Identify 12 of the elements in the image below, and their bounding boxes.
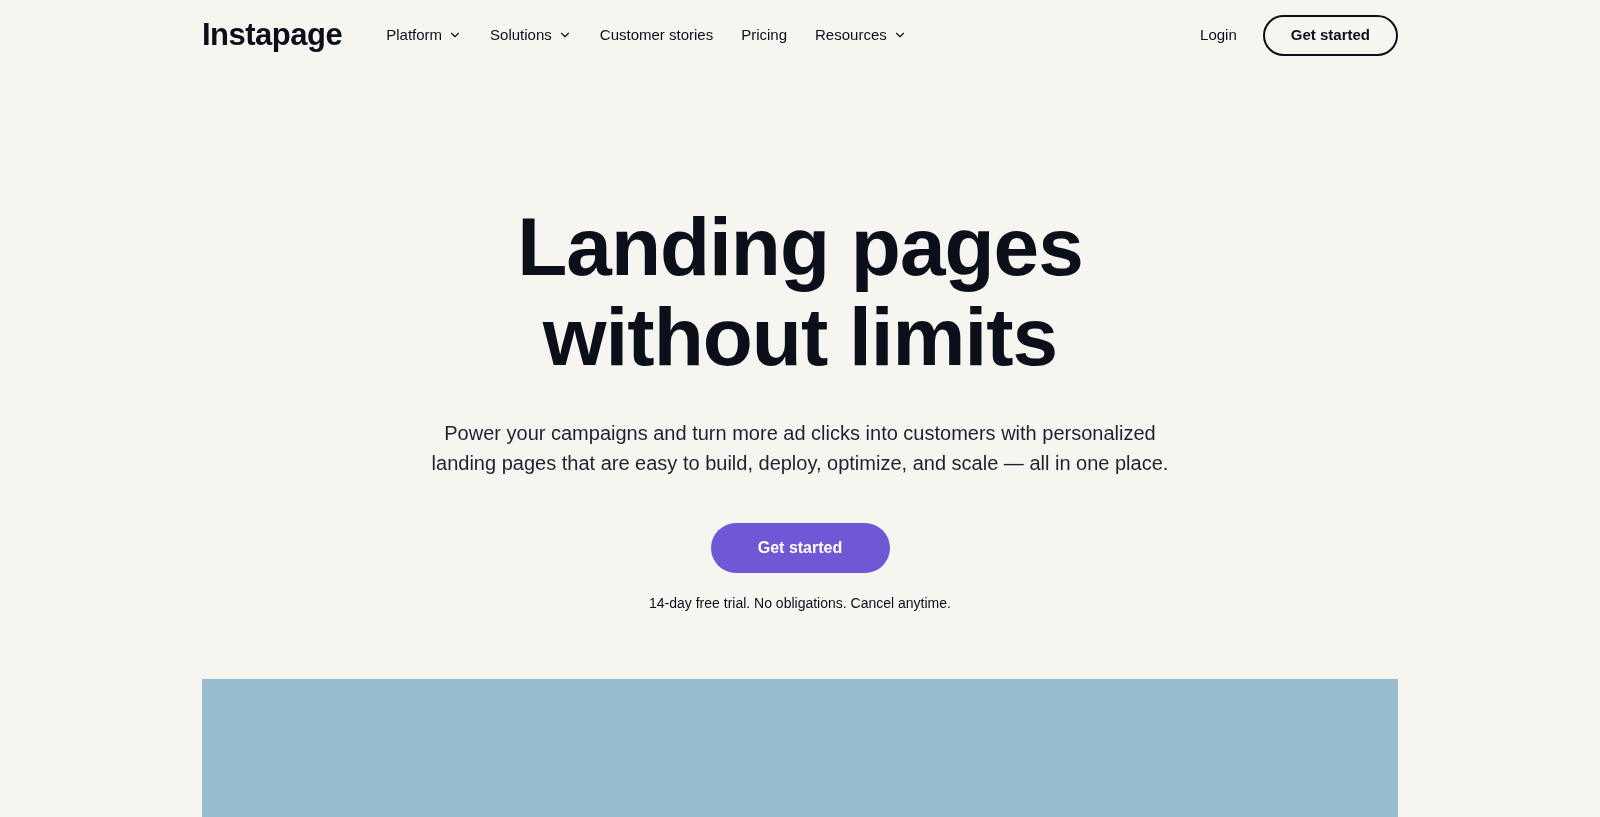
login-link[interactable]: Login — [1200, 23, 1237, 47]
get-started-button[interactable]: Get started — [710, 523, 890, 573]
nav-link[interactable]: Solutions — [490, 23, 572, 47]
trial-note: 14-day free trial. No obligations. Cancel anytime. — [649, 594, 951, 613]
logo[interactable]: Instapage — [202, 11, 343, 59]
hero-title: Landing pages without limits — [517, 202, 1083, 382]
hero-subtitle: Power your campaigns and turn more ad clicks into customers with personalized landing pages that are easy to build, deploy, optimize, and scale — all in one place. — [431, 421, 1169, 476]
get-started-button[interactable]: Get started — [1262, 14, 1398, 56]
nav-link[interactable]: Pricing — [741, 23, 788, 47]
nav-link[interactable]: Platform — [386, 23, 463, 47]
nav-link[interactable]: Customer stories — [599, 23, 714, 47]
nav-link[interactable]: Resources — [815, 23, 907, 47]
